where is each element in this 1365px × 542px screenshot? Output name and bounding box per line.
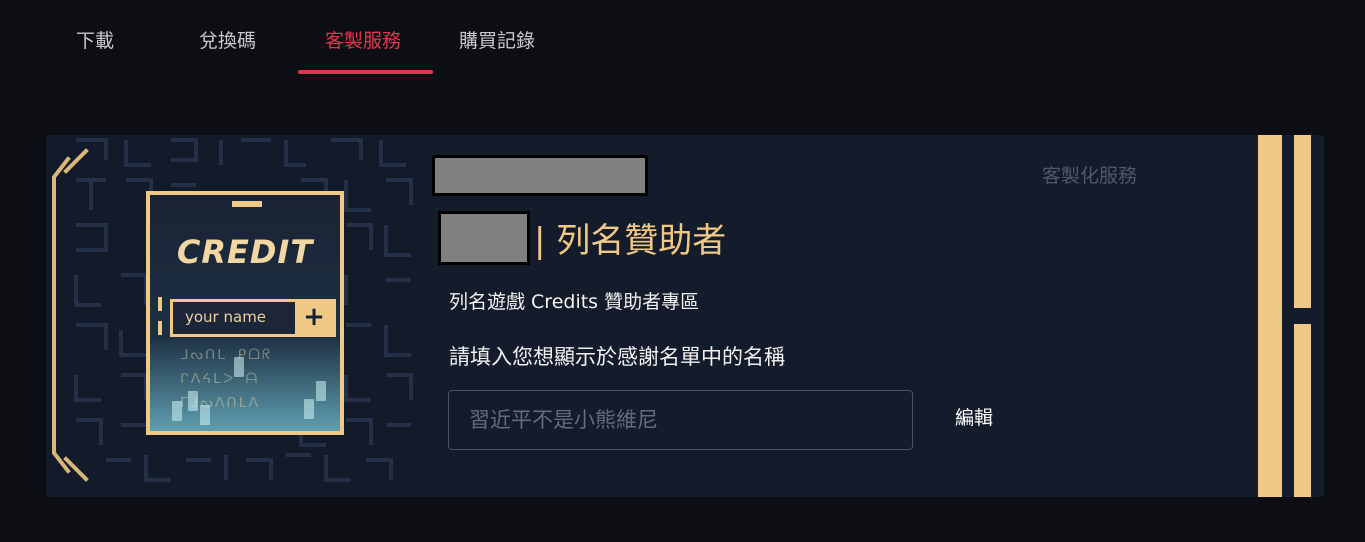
decorative-gold-bar <box>1294 324 1311 497</box>
name-prompt: 請填入您想顯示於感謝名單中的名稱 <box>449 345 785 369</box>
top-tab-bar: 下載 兌換碼 客製服務 購買記錄 <box>0 0 1365 80</box>
credit-name-input[interactable] <box>448 390 913 450</box>
sponsor-title: | 列名贊助者 <box>534 221 727 261</box>
tab-redeem-code[interactable]: 兌換碼 <box>199 26 256 53</box>
sponsor-card: CREDIT your name + ᒧᔓᑎᒪ ᑭᗝᖇ ᒋᐱᔦᒪᐳ ᗩ ᒥᒧᔓᐱ… <box>46 135 1324 497</box>
sponsor-description: 列名遊戲 Credits 贊助者專區 <box>449 291 700 313</box>
sponsor-content: | 列名贊助者 客製化服務 列名遊戲 Credits 贊助者專區 請填入您想顯示… <box>46 135 1324 497</box>
tab-custom-service[interactable]: 客製服務 <box>325 26 401 53</box>
decorative-gold-bar <box>1258 135 1282 497</box>
service-category-label: 客製化服務 <box>1042 165 1138 187</box>
active-tab-indicator <box>298 70 433 74</box>
tab-purchase-history[interactable]: 購買記錄 <box>459 26 535 53</box>
tab-download[interactable]: 下載 <box>76 26 114 53</box>
redacted-block <box>432 155 648 196</box>
redacted-block <box>438 211 530 265</box>
decorative-gold-bar <box>1294 135 1311 308</box>
edit-button[interactable]: 編輯 <box>955 403 993 430</box>
